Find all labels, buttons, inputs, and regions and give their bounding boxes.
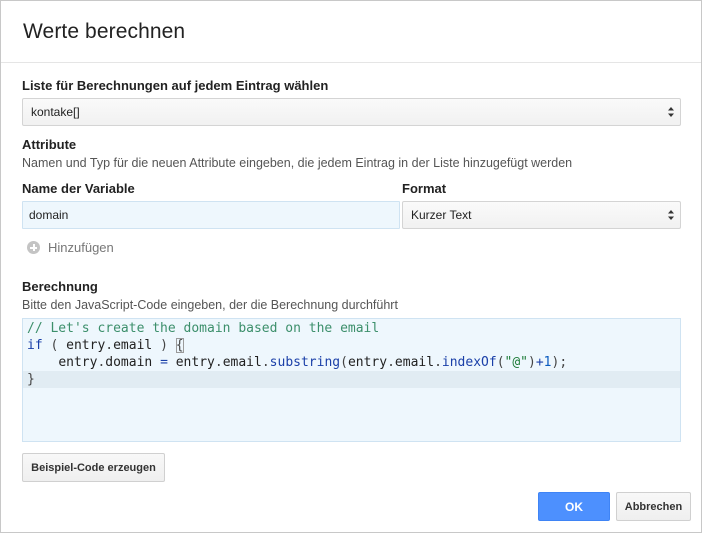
code-line-active: } [23, 371, 680, 388]
format-select-value: Kurzer Text [411, 208, 472, 222]
list-section-label: Liste für Berechnungen auf jedem Eintrag… [22, 78, 329, 93]
list-select[interactable]: kontake[] [22, 98, 681, 126]
plus-circle-icon [27, 241, 40, 254]
code-line: entry.domain = entry.email.substring(ent… [58, 355, 568, 370]
calculation-section-description: Bitte den JavaScript-Code eingeben, der … [22, 298, 398, 312]
dialog-titlebar: Werte berechnen [1, 1, 701, 63]
variable-name-header: Name der Variable [22, 181, 135, 196]
format-select[interactable]: Kurzer Text [402, 201, 681, 229]
calculation-section-label: Berechnung [22, 279, 98, 294]
add-attribute-label: Hinzufügen [48, 240, 114, 255]
compute-values-dialog: Werte berechnen Liste für Berechnungen a… [0, 0, 702, 533]
attribute-section-label: Attribute [22, 137, 77, 152]
dialog-title: Werte berechnen [23, 19, 186, 43]
attribute-section-description: Namen und Typ für die neuen Attribute ei… [22, 156, 573, 170]
up-down-arrows-icon [668, 210, 674, 220]
code-editor[interactable]: // Let's create the domain based on the … [22, 318, 681, 442]
list-select-value: kontake[] [31, 105, 80, 119]
cancel-button[interactable]: Abbrechen [616, 492, 691, 521]
ok-button[interactable]: OK [538, 492, 610, 521]
up-down-arrows-icon [668, 107, 674, 117]
format-header: Format [402, 181, 447, 196]
generate-example-code-button[interactable]: Beispiel-Code erzeugen [22, 453, 165, 482]
code-line: if ( entry.email ) { [27, 338, 184, 353]
add-attribute-button[interactable]: Hinzufügen [22, 240, 114, 255]
variable-name-input[interactable]: domain [22, 201, 400, 229]
code-comment: // Let's create the domain based on the … [27, 321, 380, 336]
code-line: // Let's create the domain based on the … [23, 320, 680, 337]
